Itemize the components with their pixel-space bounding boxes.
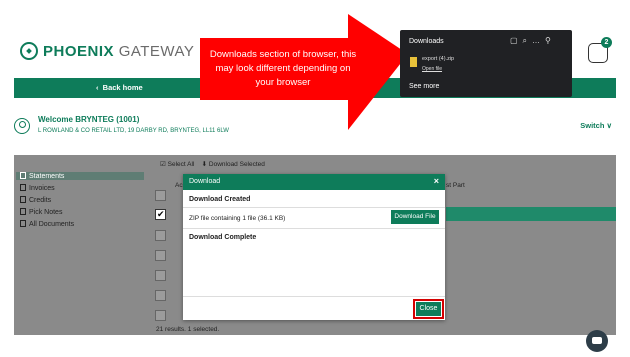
document-icon bbox=[20, 220, 26, 227]
zip-file-icon bbox=[410, 57, 417, 67]
row-checkbox[interactable] bbox=[155, 310, 166, 321]
divider bbox=[183, 296, 445, 297]
close-button[interactable]: Close bbox=[416, 302, 441, 316]
download-complete-label: Download Complete bbox=[189, 234, 257, 241]
results-count: 21 results. 1 selected. bbox=[156, 326, 220, 333]
divider bbox=[183, 228, 445, 229]
modal-title: Download bbox=[189, 178, 221, 185]
download-modal: Download × Download Created ZIP file con… bbox=[183, 174, 445, 320]
sidebar-item-pick-notes[interactable]: Pick Notes bbox=[20, 208, 62, 216]
user-icon bbox=[14, 118, 30, 134]
sidebar-item-credits[interactable]: Credits bbox=[20, 196, 51, 204]
download-selected-button[interactable]: ⬇ Download Selected bbox=[202, 161, 265, 168]
downloads-panel-title: Downloads bbox=[409, 38, 444, 45]
browser-downloads-panel: Downloads ▢⌕…⚲ export (4).zip Open file … bbox=[400, 30, 572, 97]
header-checkbox[interactable] bbox=[155, 190, 166, 201]
row-checkbox[interactable] bbox=[155, 230, 166, 241]
select-all-button[interactable]: ☑ Select All bbox=[160, 161, 194, 168]
switch-account-button[interactable]: Switch ∨ bbox=[580, 121, 612, 130]
column-header: Ac bbox=[175, 182, 183, 189]
see-more-link[interactable]: See more bbox=[409, 83, 439, 90]
document-icon bbox=[20, 184, 26, 191]
modal-header: Download × bbox=[183, 174, 445, 190]
selected-row-highlight bbox=[446, 207, 616, 221]
sidebar-item-invoices[interactable]: Invoices bbox=[20, 184, 55, 192]
open-file-link[interactable]: Open file bbox=[422, 66, 442, 72]
document-icon bbox=[20, 196, 26, 203]
welcome-title: Welcome BRYNTEG (1001) bbox=[38, 115, 140, 124]
row-checkbox[interactable] bbox=[155, 270, 166, 281]
downloads-panel-actions[interactable]: ▢⌕…⚲ bbox=[510, 36, 556, 46]
sidebar-item-statements[interactable]: Statements bbox=[16, 172, 144, 180]
annotation-text: Downloads section of browser, this may l… bbox=[209, 49, 357, 88]
phoenix-gateway-logo[interactable]: PHOENIX GATEWAY bbox=[20, 42, 194, 60]
logo-text: PHOENIX GATEWAY bbox=[43, 42, 195, 60]
row-checkbox-selected[interactable] bbox=[155, 209, 166, 220]
downloaded-file-name[interactable]: export (4).zip bbox=[422, 56, 454, 62]
document-icon bbox=[20, 172, 26, 179]
close-icon[interactable]: × bbox=[434, 176, 439, 186]
download-file-button[interactable]: Download File bbox=[391, 210, 439, 224]
zip-file-info: ZIP file containing 1 file (36.1 KB) bbox=[189, 215, 286, 222]
row-checkbox[interactable] bbox=[155, 250, 166, 261]
sidebar-item-all-documents[interactable]: All Documents bbox=[20, 220, 74, 228]
document-icon bbox=[20, 208, 26, 215]
divider bbox=[183, 207, 445, 208]
phoenix-logo-icon bbox=[20, 42, 38, 60]
chat-icon[interactable] bbox=[586, 330, 608, 352]
back-home-link[interactable]: ‹ Back home bbox=[96, 83, 143, 92]
column-header: st Part bbox=[446, 182, 465, 189]
documents-toolbar: ☑ Select All ⬇ Download Selected bbox=[160, 160, 265, 168]
basket-count-badge: 2 bbox=[601, 37, 612, 48]
download-created-label: Download Created bbox=[189, 196, 251, 203]
row-checkbox[interactable] bbox=[155, 290, 166, 301]
